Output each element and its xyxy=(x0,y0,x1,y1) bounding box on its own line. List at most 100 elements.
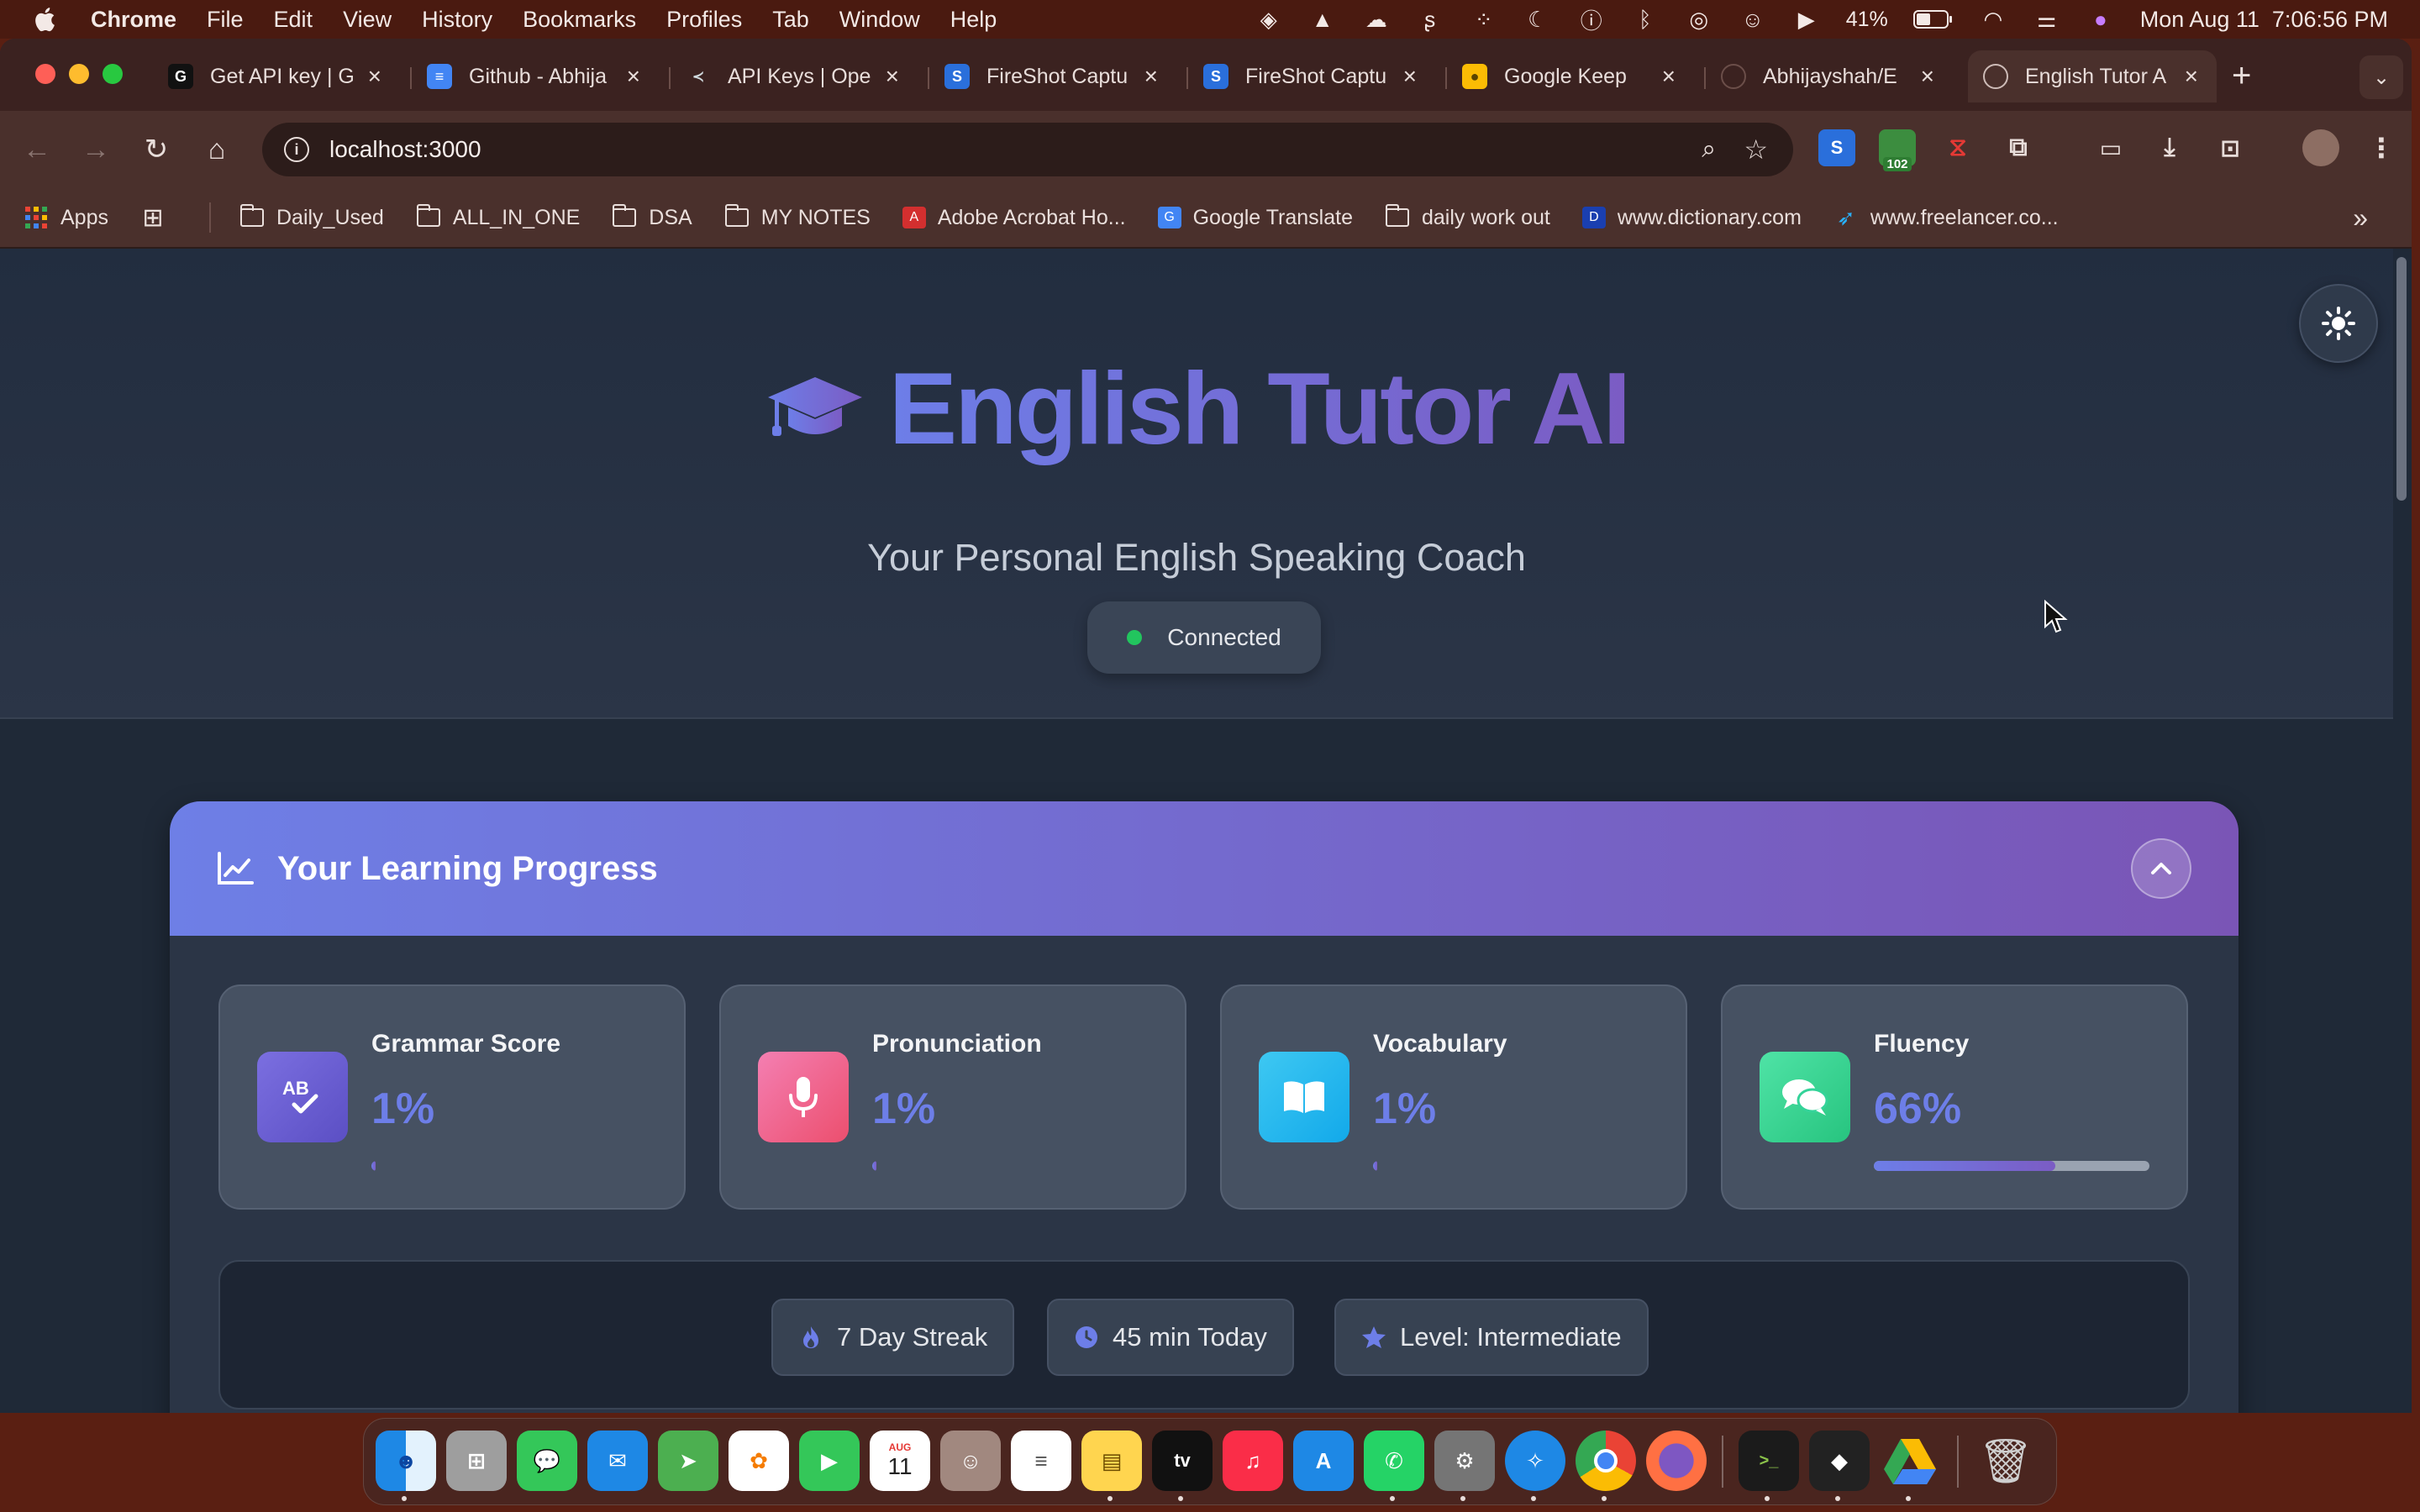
terminal-icon[interactable]: >_ xyxy=(1739,1431,1799,1491)
close-tab-icon[interactable]: × xyxy=(1403,63,1417,90)
reload-button[interactable]: ↻ xyxy=(136,129,176,170)
minimize-window-button[interactable] xyxy=(69,64,89,84)
close-tab-icon[interactable]: × xyxy=(1921,63,1934,90)
bookmark-google-translate[interactable]: G Google Translate xyxy=(1157,206,1353,230)
accessibility-icon[interactable]: ⓘ xyxy=(1577,7,1606,34)
system-settings-icon[interactable]: ⚙ xyxy=(1434,1431,1495,1491)
siri-icon[interactable]: ● xyxy=(2086,7,2115,32)
new-tab-button[interactable]: + xyxy=(2232,57,2251,95)
menu-view[interactable]: View xyxy=(343,7,392,33)
menubar-clock[interactable]: Mon Aug 11 7:06:56 PM xyxy=(2140,7,2388,33)
cursor-app-icon[interactable]: ◆ xyxy=(1809,1431,1870,1491)
site-info-icon[interactable]: i xyxy=(284,137,309,162)
tab-google-keep[interactable]: ● Google Keep × xyxy=(1450,50,1694,102)
photos-icon[interactable]: ✿ xyxy=(729,1431,789,1491)
menu-file[interactable]: File xyxy=(207,7,244,33)
app-store-icon[interactable]: A xyxy=(1293,1431,1354,1491)
close-tab-icon[interactable]: × xyxy=(368,63,381,90)
theme-toggle-button[interactable] xyxy=(2299,284,2378,363)
moon-icon[interactable]: ☾ xyxy=(1523,7,1552,32)
menu-app-name[interactable]: Chrome xyxy=(91,7,176,33)
menu-profiles[interactable]: Profiles xyxy=(666,7,742,33)
facetime-icon[interactable]: ▶ xyxy=(799,1431,860,1491)
bookmark-daily-used[interactable]: Daily_Used xyxy=(239,204,384,230)
drive-icon[interactable]: ▲ xyxy=(1308,7,1337,32)
dots-icon[interactable]: ⁘ xyxy=(1470,7,1498,32)
close-tab-icon[interactable]: × xyxy=(627,63,640,90)
tab-english-tutor[interactable]: English Tutor A × xyxy=(1968,50,2217,102)
menu-window[interactable]: Window xyxy=(839,7,920,33)
finder-icon[interactable]: ☻ xyxy=(376,1431,436,1491)
menu-help[interactable]: Help xyxy=(950,7,997,33)
apple-menu-icon[interactable] xyxy=(32,5,60,34)
bookmark-adobe[interactable]: A Adobe Acrobat Ho... xyxy=(902,206,1126,230)
music-icon[interactable]: ♫ xyxy=(1223,1431,1283,1491)
close-tab-icon[interactable]: × xyxy=(2185,63,2198,90)
extensions-puzzle-icon[interactable]: ⧉ xyxy=(2000,129,2037,166)
layers-icon[interactable]: ◈ xyxy=(1255,7,1283,32)
back-button[interactable]: ← xyxy=(17,129,57,170)
bookmarks-overflow-icon[interactable]: » xyxy=(2353,202,2368,234)
wifi-icon[interactable]: ◠ xyxy=(1979,7,2007,32)
notes-icon[interactable]: ▤ xyxy=(1081,1431,1142,1491)
close-tab-icon[interactable]: × xyxy=(1144,63,1158,90)
cloud-icon[interactable]: ☁ xyxy=(1362,7,1391,32)
tab-api-keys[interactable]: ≺ API Keys | Ope × xyxy=(674,50,918,102)
download-icon[interactable]: ⤓ xyxy=(2151,129,2188,166)
fireshot-extension-icon[interactable]: S xyxy=(1818,129,1855,166)
extension-badge-icon[interactable]: 102 xyxy=(1879,129,1916,171)
apple-tv-icon[interactable]: tv xyxy=(1152,1431,1213,1491)
bluetooth-icon[interactable]: ᛒ xyxy=(1631,7,1660,32)
bookmark-tab-groups[interactable]: ⊞ xyxy=(140,204,177,232)
shazam-icon[interactable]: ʂ xyxy=(1416,7,1444,32)
bookmark-star-icon[interactable]: ☆ xyxy=(1744,134,1768,165)
lens-icon[interactable]: ⊡ xyxy=(2212,129,2249,166)
bookmark-dsa[interactable]: DSA xyxy=(612,204,692,230)
bookmark-apps[interactable]: Apps xyxy=(24,206,108,230)
menu-history[interactable]: History xyxy=(422,7,492,33)
bookmark-freelancer[interactable]: ➶ www.freelancer.co... xyxy=(1833,205,2059,230)
contacts-icon[interactable]: ☺ xyxy=(940,1431,1001,1491)
menu-tab[interactable]: Tab xyxy=(772,7,809,33)
scrollbar-thumb[interactable] xyxy=(2396,257,2407,501)
collapse-progress-button[interactable] xyxy=(2131,838,2191,899)
bookmark-my-notes[interactable]: MY NOTES xyxy=(724,204,871,230)
bookmark-all-in-one[interactable]: ALL_IN_ONE xyxy=(416,204,580,230)
reading-mode-icon[interactable]: ▭ xyxy=(2092,129,2129,166)
tab-get-api-key[interactable]: G Get API key | G × xyxy=(156,50,400,102)
play-icon[interactable]: ▶ xyxy=(1792,7,1821,32)
chrome-icon[interactable] xyxy=(1576,1431,1636,1491)
close-window-button[interactable] xyxy=(35,64,55,84)
tab-fireshot-2[interactable]: S FireShot Captu × xyxy=(1192,50,1435,102)
trash-icon[interactable]: 🗑 xyxy=(1975,1431,2036,1491)
profile-avatar[interactable] xyxy=(2302,129,2339,166)
tab-search-button[interactable]: ⌄ xyxy=(2360,55,2403,99)
launchpad-icon[interactable]: ⊞ xyxy=(446,1431,507,1491)
page-scrollbar[interactable] xyxy=(2393,249,2412,1413)
forward-button[interactable]: → xyxy=(76,129,116,170)
address-url[interactable]: localhost:3000 xyxy=(329,136,481,163)
tab-fireshot-1[interactable]: S FireShot Captu × xyxy=(933,50,1176,102)
calendar-icon[interactable]: AUG 11 xyxy=(870,1431,930,1491)
close-tab-icon[interactable]: × xyxy=(1662,63,1676,90)
airdrop-icon[interactable]: ◎ xyxy=(1685,7,1713,32)
bookmark-daily-work-out[interactable]: daily work out xyxy=(1385,204,1550,230)
battery-icon[interactable] xyxy=(1912,9,1954,29)
safari-icon[interactable]: ✧ xyxy=(1505,1431,1565,1491)
home-button[interactable]: ⌂ xyxy=(197,129,237,170)
menu-bookmarks[interactable]: Bookmarks xyxy=(523,7,636,33)
menu-edit[interactable]: Edit xyxy=(274,7,313,33)
reminders-icon[interactable]: ≡ xyxy=(1011,1431,1071,1491)
adobe-extension-icon[interactable]: ⧖ xyxy=(1939,129,1976,166)
address-bar[interactable]: i localhost:3000 ⌕ ☆ xyxy=(262,123,1793,176)
google-drive-icon[interactable] xyxy=(1880,1431,1940,1491)
mail-icon[interactable]: ✉ xyxy=(587,1431,648,1491)
zoom-icon[interactable]: ⌕ xyxy=(1702,135,1716,164)
tab-github-repo[interactable]: Abhijayshah/E × xyxy=(1709,50,1953,102)
progress-card-header[interactable]: Your Learning Progress xyxy=(170,801,2238,936)
firefox-icon[interactable] xyxy=(1646,1431,1707,1491)
whatsapp-icon[interactable]: ✆ xyxy=(1364,1431,1424,1491)
close-tab-icon[interactable]: × xyxy=(886,63,899,90)
bookmark-dictionary[interactable]: Dwww.dictionary.com xyxy=(1581,206,1802,230)
maps-icon[interactable]: ➤ xyxy=(658,1431,718,1491)
